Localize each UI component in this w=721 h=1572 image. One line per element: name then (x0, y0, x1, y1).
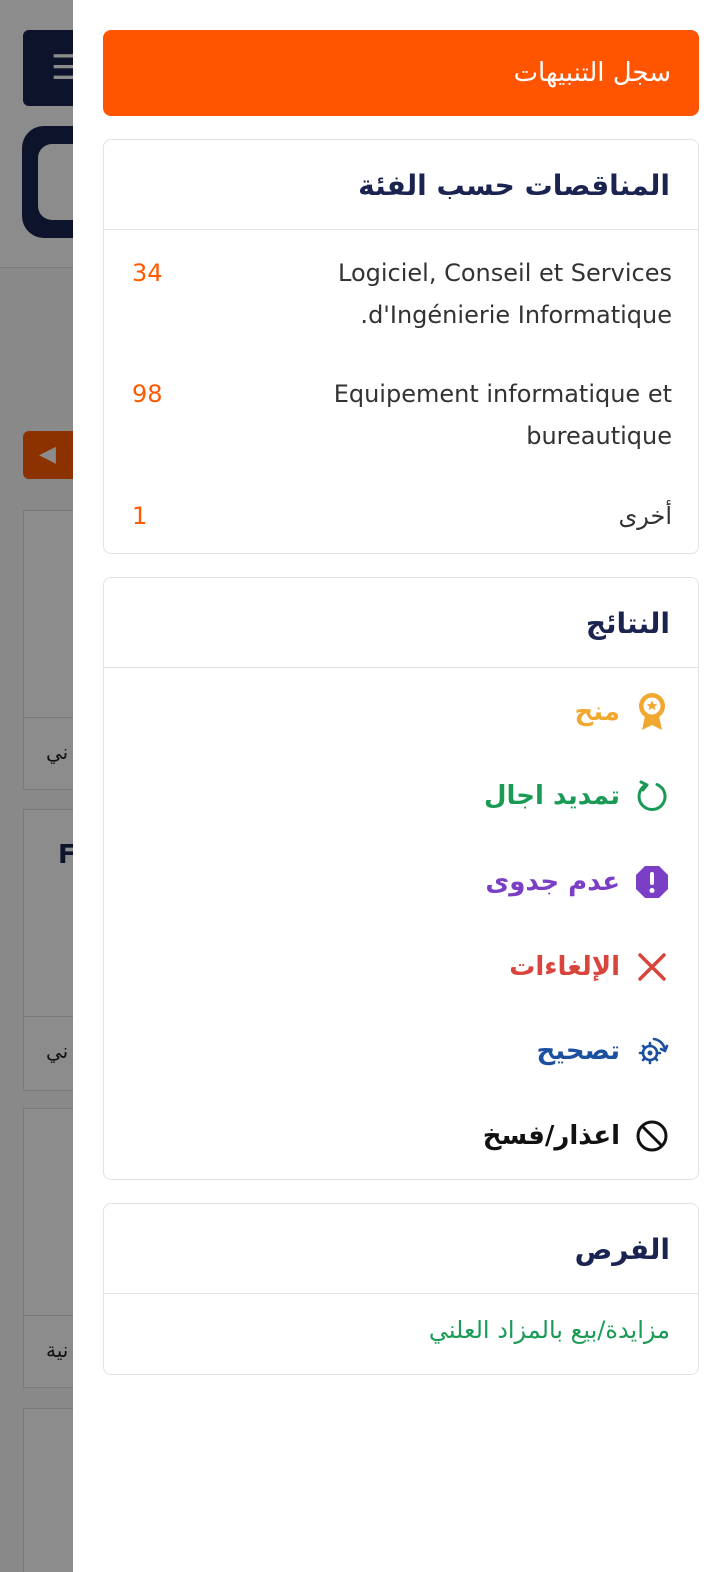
category-item[interactable]: Logiciel, Conseil et Services d'Ingénier… (104, 252, 700, 336)
category-label: Equipement informatique et bureautique (333, 380, 672, 450)
close-icon (634, 949, 670, 985)
result-label: عدم جدوى (485, 867, 620, 897)
category-count: 34 (132, 259, 163, 287)
result-item-cancellations[interactable]: الإلغاءات (509, 947, 670, 987)
result-item-infructuous[interactable]: عدم جدوى (485, 862, 670, 902)
categories-title: المناقصات حسب الفئة (358, 169, 670, 202)
result-label: تصحيح (536, 1036, 620, 1066)
opportunity-item-auction[interactable]: مزايدة/بيع بالمزاد العلني (429, 1316, 670, 1344)
categories-card-header: المناقصات حسب الفئة (104, 140, 698, 230)
refresh-icon (634, 778, 670, 814)
results-card-header: النتائج (104, 578, 698, 668)
result-item-correction[interactable]: تصحيح (537, 1031, 670, 1071)
category-item[interactable]: Equipement informatique et bureautique 9… (104, 373, 700, 457)
ban-icon (634, 1118, 670, 1154)
category-label: Logiciel, Conseil et Services d'Ingénier… (338, 259, 672, 329)
result-label: اعذار/فسخ (482, 1121, 620, 1151)
alert-log-button[interactable]: سجل التنبيهات (103, 30, 699, 116)
category-label: أخرى (618, 502, 672, 530)
warning-octagon-icon (634, 864, 670, 900)
result-item-award[interactable]: منح (575, 692, 670, 732)
opportunities-title: الفرص (574, 1233, 670, 1266)
result-item-extension[interactable]: تمديد اجال (484, 776, 670, 816)
result-label: تمديد اجال (483, 781, 620, 811)
categories-card: المناقصات حسب الفئة Logiciel, Conseil et… (103, 139, 699, 554)
category-item[interactable]: أخرى 1 (104, 495, 700, 537)
result-label: الإلغاءات (509, 952, 620, 982)
opportunities-card: الفرص مزايدة/بيع بالمزاد العلني (103, 1203, 699, 1375)
award-icon (634, 693, 670, 730)
opportunities-card-header: الفرص (104, 1204, 698, 1294)
side-panel: سجل التنبيهات المناقصات حسب الفئة Logici… (73, 0, 721, 1572)
category-count: 98 (132, 380, 163, 408)
gear-refresh-icon (634, 1033, 670, 1069)
result-item-termination[interactable]: اعذار/فسخ (483, 1116, 670, 1156)
results-title: النتائج (585, 607, 670, 640)
category-count: 1 (132, 502, 148, 530)
results-card: النتائج منح تمديد اجال عدم جدوى الإلغاءا… (103, 577, 699, 1180)
result-label: منح (574, 697, 620, 727)
